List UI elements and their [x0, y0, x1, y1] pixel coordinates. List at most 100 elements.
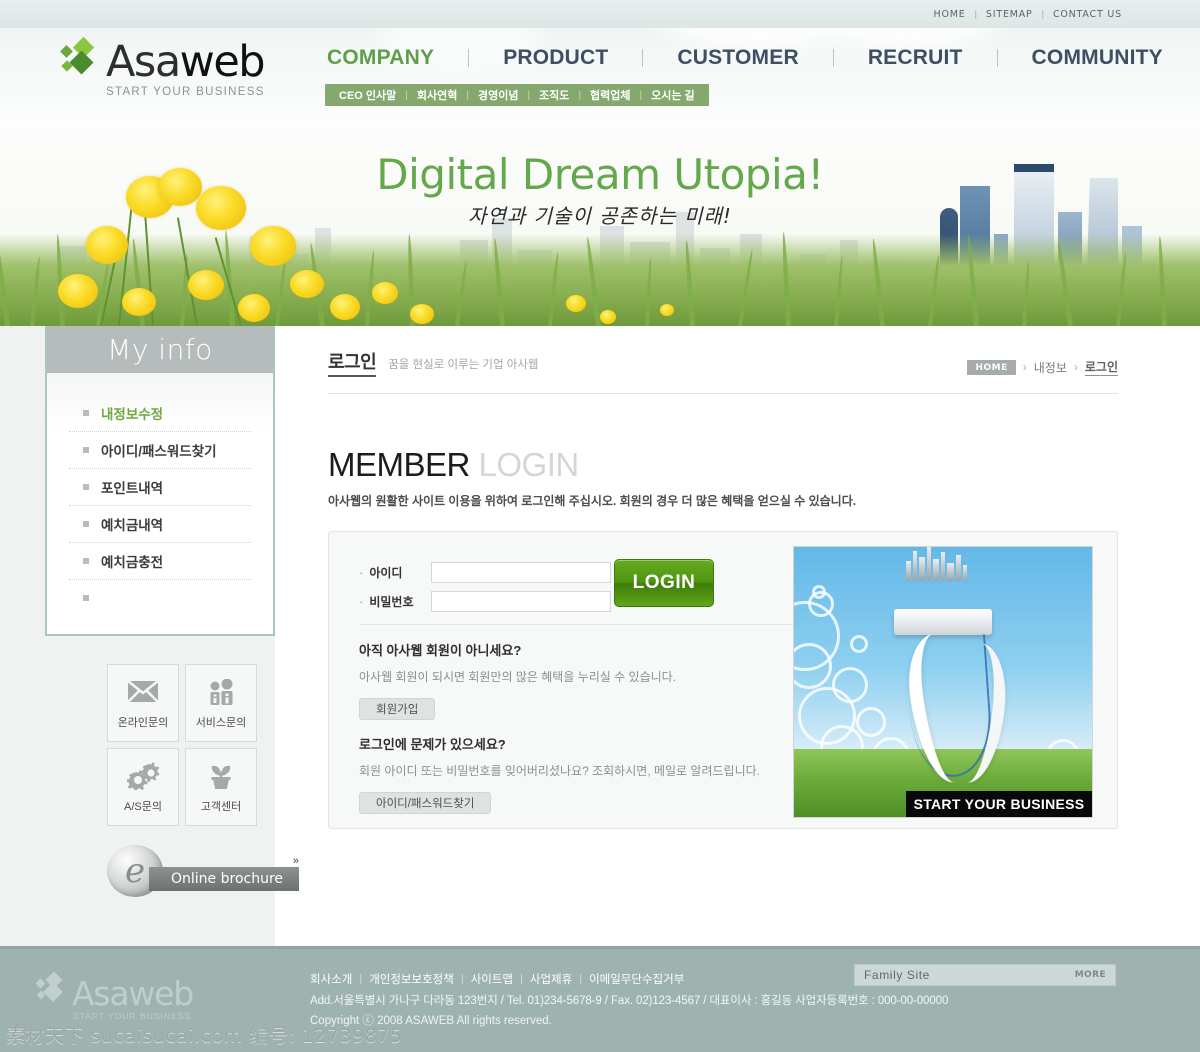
utility-link-contact-us[interactable]: CONTACT US [1053, 9, 1122, 20]
people-icon [204, 677, 238, 707]
footer-link-separator: | [359, 973, 363, 985]
nav-item-product[interactable]: PRODUCT [501, 46, 610, 70]
bullet-icon [83, 521, 89, 527]
subnav-item-history[interactable]: 회사연혁 [417, 87, 457, 103]
subnav-item-organization[interactable]: 조직도 [539, 87, 569, 103]
footer-logo-tagline: START YOUR BUSINESS [73, 1011, 192, 1021]
brochure-label: Online brochure [171, 871, 284, 887]
footer-links: 회사소개 | 개인정보보호정책 | 사이트맵 | 사업제휴 | 이메일무단수집거… [310, 971, 684, 987]
find-id-password-button[interactable]: 아이디/패스워드찾기 [359, 792, 492, 814]
subnav-item-ceo-greeting[interactable]: CEO 인사말 [339, 87, 396, 103]
sidebar-menu: 내정보수정 아이디/패스워드찾기 포인트내역 예치금내역 예치금충전 [47, 373, 273, 634]
nav-item-recruit[interactable]: RECRUIT [866, 46, 965, 70]
breadcrumb-separator: › [1022, 360, 1027, 374]
subnav-separator: | [466, 89, 469, 101]
quick-link-service-inquiry[interactable]: 서비스문의 [185, 664, 257, 742]
login-password-label: 비밀번호 [369, 595, 414, 609]
family-site-more-button[interactable]: MORE [1075, 970, 1106, 980]
login-form: · 아이디 · 비밀번호 [359, 558, 612, 616]
footer-link-about[interactable]: 회사소개 [310, 971, 352, 987]
logo-name-secondary: web [179, 37, 266, 88]
gears-icon [126, 761, 160, 791]
brochure-e-letter: e [124, 851, 146, 891]
main-nav: COMPANY PRODUCT CUSTOMER RECRUIT COMMUNI… [325, 46, 1165, 70]
footer-link-sitemap[interactable]: 사이트맵 [471, 971, 513, 987]
sidebar-item-deposit-history[interactable]: 예치금내역 [47, 506, 273, 542]
breadcrumb: HOME › 내정보 › 로그인 [967, 358, 1118, 376]
logo-tagline: START YOUR BUSINESS [106, 86, 265, 98]
sidebar-item-edit-info[interactable]: 내정보수정 [47, 395, 273, 431]
utility-link-home[interactable]: HOME [934, 9, 966, 20]
signup-button[interactable]: 회원가입 [359, 698, 436, 720]
subnav-item-directions[interactable]: 오시는 길 [651, 87, 695, 103]
nav-item-community[interactable]: COMMUNITY [1030, 46, 1165, 70]
hero-banner: Digital Dream Utopia! 자연과 기술이 공존하는 미래! [0, 118, 1200, 326]
login-password-input[interactable] [431, 591, 612, 612]
page-body: My info 내정보수정 아이디/패스워드찾기 포인트내역 예치금내역 예치금… [0, 326, 1200, 946]
form-divider [359, 624, 799, 625]
bullet-icon [83, 410, 89, 416]
utility-separator: | [1041, 9, 1044, 19]
sidebar-item-label: 예치금내역 [101, 518, 164, 533]
utility-nav: HOME | SITEMAP | CONTACT US [0, 0, 1200, 28]
bullet-icon [83, 595, 89, 601]
find-credentials-block: 로그인에 문제가 있으세요? 회원 아이디 또는 비밀번호를 잊어버리셨나요? … [359, 734, 760, 814]
sidebar-item-find-id-password[interactable]: 아이디/패스워드찾기 [47, 432, 273, 468]
sidebar-item-label: 포인트내역 [101, 481, 164, 496]
plant-icon [204, 761, 238, 791]
subnav-separator: | [639, 89, 643, 101]
breadcrumb-item-login: 로그인 [1084, 360, 1118, 376]
quick-link-label: 서비스문의 [195, 716, 247, 729]
envelope-icon [126, 677, 160, 707]
quick-link-online-inquiry[interactable]: 온라인문의 [107, 664, 179, 742]
sidebar-item-label: 예치금충전 [101, 555, 164, 570]
site-logo[interactable]: Asaweb START YOUR BUSINESS [60, 36, 310, 98]
nav-separator [832, 49, 834, 67]
login-id-input[interactable] [431, 562, 612, 583]
nav-separator [996, 49, 998, 67]
logo-diamond-icon [60, 36, 102, 80]
find-credentials-description: 회원 아이디 또는 비밀번호를 잊어버리셨나요? 조회하시면, 메일로 알려드립… [359, 764, 761, 778]
footer-logo: Asaweb START YOUR BUSINESS [35, 971, 194, 1021]
subnav-item-philosophy[interactable]: 경영이념 [478, 87, 518, 103]
utility-link-sitemap[interactable]: SITEMAP [986, 9, 1033, 20]
footer-link-privacy[interactable]: 개인정보보호정책 [369, 971, 454, 987]
footer-address: Add.서울특별시 가나구 다라동 123번지 / Tel. 01)234-56… [310, 995, 949, 1007]
quick-link-as-inquiry[interactable]: A/S문의 [107, 748, 179, 826]
breadcrumb-separator: › [1073, 360, 1078, 374]
subnav-item-partners[interactable]: 협력업체 [590, 87, 630, 103]
promo-caption-text: START YOUR BUSINESS [913, 796, 1085, 812]
login-password-row: · 비밀번호 [359, 587, 612, 616]
login-panel: · 아이디 · 비밀번호 LOGIN 아직 아사웹 회원이 아니세요? 아사웹 … [328, 531, 1118, 829]
footer-link-email-collection-refusal[interactable]: 이메일무단수집거부 [589, 971, 684, 987]
login-submit-button[interactable]: LOGIN [614, 559, 714, 607]
breadcrumb-item-my-info[interactable]: 내정보 [1034, 359, 1067, 376]
sidebar-quick-links: 온라인문의 서비스문의 A/S문의 고객센터 [107, 664, 257, 826]
bullet-icon: · [359, 565, 364, 580]
family-site-select[interactable]: Family Site MORE [854, 964, 1116, 986]
section-heading-bold: MEMBER [328, 446, 470, 483]
bullet-icon [83, 558, 89, 564]
hero-subtitle: 자연과 기술이 공존하는 미래! [468, 204, 732, 228]
page-subtitle: 꿈을 현실로 이루는 기업 아사웹 [388, 359, 539, 371]
nav-item-customer[interactable]: CUSTOMER [675, 46, 800, 70]
section-heading: MEMBER LOGIN [328, 446, 1118, 484]
signup-description: 아사웹 회원이 되시면 회원만의 많은 혜택을 누리실 수 있습니다. [359, 670, 677, 684]
nav-item-company[interactable]: COMPANY [325, 46, 436, 70]
online-brochure-button[interactable]: e » Online brochure [107, 841, 307, 901]
login-id-row: · 아이디 [359, 558, 612, 587]
sidebar-item-label: 아이디/패스워드찾기 [101, 444, 217, 459]
quick-link-customer-center[interactable]: 고객센터 [185, 748, 257, 826]
sidebar-item-empty[interactable] [47, 580, 273, 616]
breadcrumb-home[interactable]: HOME [967, 359, 1016, 375]
sidebar-item-label: 내정보수정 [101, 407, 164, 422]
footer-logo-diamond-icon [35, 971, 69, 1006]
sidebar-item-deposit-charge[interactable]: 예치금충전 [47, 543, 273, 579]
title-divider [328, 393, 1118, 394]
footer-link-partnership[interactable]: 사업제휴 [530, 971, 572, 987]
footer-link-separator: | [460, 973, 464, 985]
quick-link-label: A/S문의 [124, 800, 162, 813]
promo-platform [894, 609, 992, 635]
sidebar-item-point-history[interactable]: 포인트내역 [47, 469, 273, 505]
quick-link-label: 온라인문의 [117, 716, 169, 729]
